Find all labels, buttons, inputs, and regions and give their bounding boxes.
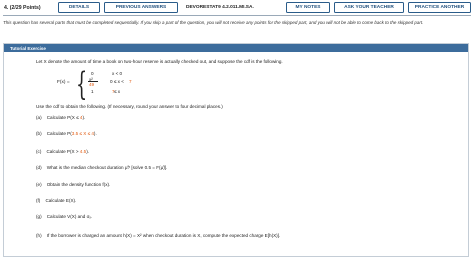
part-label: (e) bbox=[36, 182, 42, 187]
cdf-label: F(x) = bbox=[57, 80, 70, 85]
part-label: (f) bbox=[36, 198, 41, 203]
part-text: Calculate P(X ≤ bbox=[46, 115, 80, 120]
part-label: (h) bbox=[36, 233, 42, 238]
part-text: Calculate P(X > bbox=[46, 149, 80, 154]
part-label: (d) bbox=[36, 165, 42, 170]
part-tail: ). bbox=[86, 149, 89, 154]
part-b: (b) Calculate P(3.5 ≤ X ≤ 4). bbox=[36, 131, 97, 136]
question-number: 4. bbox=[4, 5, 9, 11]
part-text: Calculate E(X). bbox=[45, 198, 77, 203]
ask-your-teacher-button[interactable]: ASK YOUR TEACHER bbox=[334, 2, 404, 13]
part-a: (a) Calculate P(X ≤ 4). bbox=[36, 115, 85, 120]
problem-reference: DEVORESTAT9 4.2.011.MI.SA. bbox=[186, 2, 286, 13]
previous-answers-button[interactable]: PREVIOUS ANSWERS bbox=[104, 2, 178, 13]
question-points: (2/29 Points) bbox=[9, 5, 41, 11]
practice-another-button[interactable]: PRACTICE ANOTHER bbox=[408, 2, 471, 13]
part-label: (a) bbox=[36, 115, 42, 120]
part-highlight: 3.5 ≤ X ≤ 4 bbox=[71, 131, 94, 136]
sequential-notice: This question has several parts that mus… bbox=[3, 20, 424, 25]
part-text: Calculate V(X) and σₓ. bbox=[46, 214, 93, 219]
instruction-text: Use the cdf to obtain the following. (If… bbox=[36, 104, 223, 109]
my-notes-button[interactable]: MY NOTES bbox=[286, 2, 330, 13]
case1-condition: x < 0 bbox=[112, 71, 123, 76]
case3-condition-b: ≤ x bbox=[114, 89, 121, 94]
case3-value: 1 bbox=[91, 89, 94, 94]
piecewise-brace: { bbox=[76, 65, 88, 103]
part-tail: ). bbox=[93, 131, 97, 136]
details-button[interactable]: DETAILS bbox=[58, 2, 100, 13]
part-d: (d) What is the median checkout duration… bbox=[36, 165, 167, 170]
toolbar-divider bbox=[3, 15, 471, 16]
part-label: (b) bbox=[36, 131, 42, 136]
problem-statement: Let X denote the amount of time a book o… bbox=[36, 59, 283, 64]
part-label: (c) bbox=[36, 149, 42, 154]
part-tail: ). bbox=[82, 115, 86, 120]
part-text: If the borrower is charged an amount h(X… bbox=[46, 233, 281, 238]
part-text: Obtain the density function f(x). bbox=[46, 182, 111, 187]
part-h: (h) If the borrower is charged an amount… bbox=[36, 233, 280, 238]
part-g: (g) Calculate V(X) and σₓ. bbox=[36, 214, 92, 219]
question-number-points: 4. (2/29 Points) bbox=[4, 5, 41, 11]
tutorial-exercise-header: Tutorial Exercise bbox=[4, 44, 468, 52]
part-label: (g) bbox=[36, 214, 42, 219]
part-text: Calculate P( bbox=[46, 131, 72, 136]
question-toolbar: 4. (2/29 Points) DETAILS PREVIOUS ANSWER… bbox=[3, 2, 471, 14]
part-f: (f) Calculate E(X). bbox=[36, 198, 76, 203]
case2-denominator: 49 bbox=[89, 82, 95, 87]
cdf-definition: F(x) = { 0 x < 0 x² 49 0 ≤ x < 7 1 7 ≤ x bbox=[57, 68, 147, 100]
part-text: What is the median checkout duration μ̃?… bbox=[46, 165, 168, 170]
case2-condition-a: 0 ≤ x < bbox=[110, 79, 124, 84]
part-c: (c) Calculate P(X > 4.5). bbox=[36, 149, 89, 154]
case1-value: 0 bbox=[91, 71, 94, 76]
case2-condition-b: 7 bbox=[129, 79, 132, 84]
part-e: (e) Obtain the density function f(x). bbox=[36, 182, 110, 187]
